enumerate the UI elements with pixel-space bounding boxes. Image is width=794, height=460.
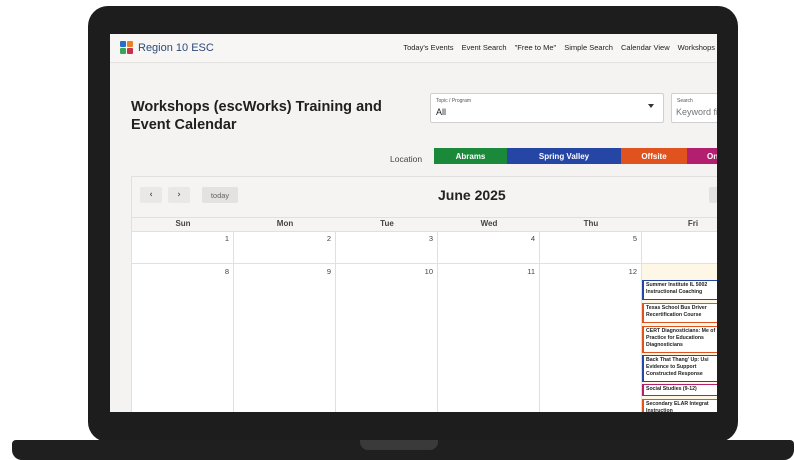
search-label: Search	[677, 98, 693, 104]
date-number: 11	[527, 267, 535, 276]
day-cell[interactable]: 10	[336, 264, 438, 412]
day-header-thu: Thu	[583, 219, 599, 228]
prev-month-button[interactable]: ‹	[140, 187, 162, 203]
day-cell[interactable]: 5	[540, 231, 642, 263]
logo-text: Region 10 ESC	[138, 42, 214, 54]
location-tab-abrams[interactable]: Abrams	[434, 148, 507, 164]
day-cell[interactable]: 4	[438, 231, 540, 263]
day-cell[interactable]: 2	[234, 231, 336, 263]
search-field[interactable]: Search	[671, 93, 717, 123]
day-header-sun: Sun	[175, 219, 191, 228]
laptop-notch	[360, 440, 438, 450]
day-cell[interactable]: 3	[336, 231, 438, 263]
date-number: 4	[530, 234, 535, 243]
nav-free-to-me[interactable]: "Free to Me"	[515, 43, 557, 52]
top-nav: Today's Events Event Search "Free to Me"…	[403, 43, 715, 52]
date-number: 12	[628, 267, 637, 276]
nav-event-search[interactable]: Event Search	[462, 43, 507, 52]
next-month-button[interactable]: ›	[168, 187, 190, 203]
calendar: ‹ › today June 2025 Sun Mon Tue Wed Thu …	[131, 176, 717, 412]
nav-calendar-view[interactable]: Calendar View	[621, 43, 670, 52]
location-label: Location	[390, 154, 423, 164]
nav-workshops[interactable]: Workshops	[678, 43, 715, 52]
day-cell[interactable]	[642, 231, 717, 263]
today-button[interactable]: today	[202, 187, 238, 203]
site-logo[interactable]: Region 10 ESC	[120, 41, 214, 55]
calendar-toolbar: ‹ › today June 2025	[132, 177, 717, 217]
location-tab-offsite[interactable]: Offsite	[621, 148, 687, 164]
location-tab-spring-valley[interactable]: Spring Valley	[507, 148, 621, 164]
event-item[interactable]: Social Studies (9-12)	[642, 384, 717, 396]
search-input[interactable]	[676, 107, 717, 117]
event-item[interactable]: Summer Institute IL 5002 Instructional C…	[642, 280, 717, 300]
day-cell[interactable]: 8	[132, 264, 234, 412]
calendar-week-2: 8 9 10 11 12 Summer Institute IL 5002 In…	[132, 264, 717, 412]
day-header-fri: Fri	[687, 219, 699, 228]
site-header: Region 10 ESC Today's Events Event Searc…	[110, 34, 717, 63]
date-number: 5	[632, 234, 637, 243]
date-number: 8	[224, 267, 229, 276]
date-number: 10	[424, 267, 433, 276]
date-number: 3	[428, 234, 433, 243]
location-tabs: Abrams Spring Valley Offsite On	[434, 148, 717, 164]
page-title: Workshops (escWorks) Training and Event …	[131, 99, 382, 133]
day-cell-friday[interactable]: Summer Institute IL 5002 Instructional C…	[642, 264, 717, 412]
region10-logo-icon	[120, 41, 134, 55]
browser-screen: Region 10 ESC Today's Events Event Searc…	[110, 34, 717, 412]
day-header-mon: Mon	[276, 219, 294, 228]
day-header-tue: Tue	[380, 219, 394, 228]
day-headers: Sun Mon Tue Wed Thu Fri	[132, 217, 717, 232]
nav-todays-events[interactable]: Today's Events	[403, 43, 453, 52]
day-cell[interactable]: 11	[438, 264, 540, 412]
date-number: 1	[224, 234, 229, 243]
event-item[interactable]: CERT Diagnosticians: Me of Practice for …	[642, 326, 717, 353]
topic-select-value: All	[436, 107, 447, 117]
date-number: 9	[326, 267, 331, 276]
month-title: June 2025	[438, 187, 506, 203]
day-cell[interactable]: 9	[234, 264, 336, 412]
nav-simple-search[interactable]: Simple Search	[564, 43, 613, 52]
day-cell[interactable]: 12	[540, 264, 642, 412]
calendar-week-1: 1 2 3 4 5	[132, 231, 717, 264]
location-tab-online[interactable]: On	[687, 148, 717, 164]
event-item[interactable]: Secondary ELAR Integrat Instruction	[642, 399, 717, 412]
topic-select-label: Topic / Program	[436, 98, 472, 104]
event-item[interactable]: Texas School Bus Driver Recertification …	[642, 303, 717, 323]
view-button[interactable]	[709, 187, 717, 203]
topic-program-select[interactable]: Topic / Program All	[430, 93, 664, 123]
chevron-down-icon	[648, 104, 654, 108]
day-header-wed: Wed	[480, 219, 498, 228]
date-number: 2	[326, 234, 331, 243]
event-item[interactable]: Back That Thang' Up: Usi Evidence to Sup…	[642, 355, 717, 382]
day-cell[interactable]: 1	[132, 231, 234, 263]
